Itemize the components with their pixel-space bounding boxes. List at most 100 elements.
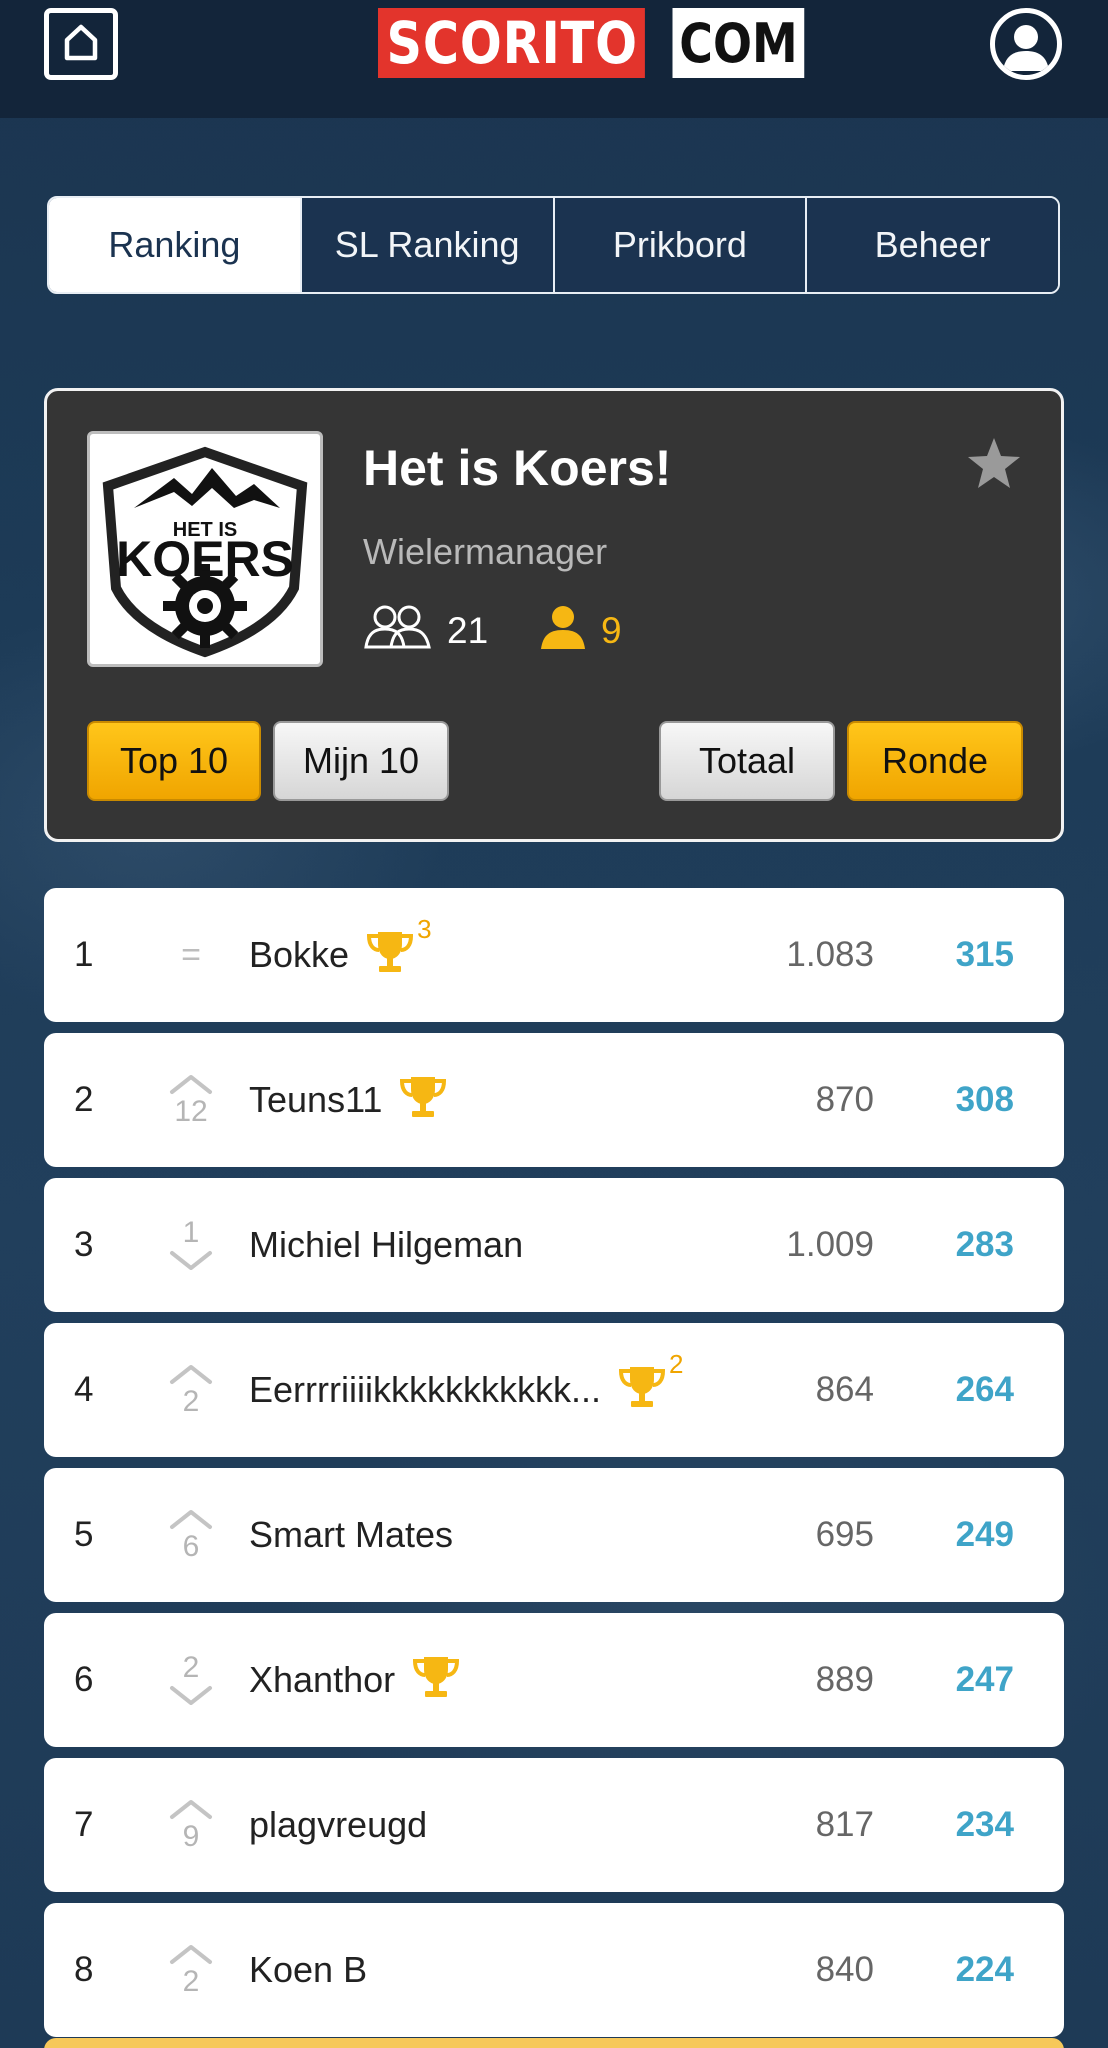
trophy-count: 3 xyxy=(417,913,432,944)
trophy-badge xyxy=(411,1653,461,1708)
player-name[interactable]: plagvreugd xyxy=(249,1804,427,1846)
total-points: 840 xyxy=(815,1950,874,1989)
arrow-up-icon xyxy=(169,1073,213,1095)
tab-beheer[interactable]: Beheer xyxy=(805,198,1058,292)
player-name-cell: Michiel Hilgeman xyxy=(249,1178,523,1312)
ranking-row[interactable]: 6 2 Xhanthor 889 247 xyxy=(44,1613,1064,1747)
player-name[interactable]: Eerrrriiiikkkkkkkkkkk... xyxy=(249,1369,601,1411)
player-name[interactable]: Teuns11 xyxy=(249,1079,382,1121)
player-name[interactable]: Xhanthor xyxy=(249,1659,395,1701)
members-count: 21 xyxy=(447,609,489,651)
section-tabs: Ranking SL Ranking Prikbord Beheer xyxy=(47,196,1060,294)
profile-button[interactable] xyxy=(990,8,1062,80)
trophy-icon xyxy=(411,1653,461,1708)
my-teams-count: 9 xyxy=(601,609,622,651)
ranking-row[interactable]: 1 = Bokke 3 1.083 315 xyxy=(44,888,1064,1022)
rank-number: 7 xyxy=(74,1805,94,1844)
total-points: 1.009 xyxy=(786,1225,874,1264)
trophy-badge xyxy=(398,1073,448,1128)
arrow-up-icon xyxy=(169,1943,213,1965)
movement-change: 9 xyxy=(182,1820,200,1853)
user-icon xyxy=(995,25,1057,75)
league-subtitle: Wielermanager xyxy=(363,531,608,572)
player-name-cell: plagvreugd xyxy=(249,1758,427,1892)
player-name[interactable]: Michiel Hilgeman xyxy=(249,1224,523,1266)
arrow-up-icon xyxy=(169,1363,213,1385)
round-points: 249 xyxy=(955,1515,1014,1554)
list-item-partial[interactable] xyxy=(44,2038,1064,2048)
tab-ranking[interactable]: Ranking xyxy=(49,198,300,292)
members-stat: 21 xyxy=(363,603,488,658)
rank-movement: 6 xyxy=(156,1468,226,1602)
rank-number: 6 xyxy=(74,1660,94,1699)
ranking-row[interactable]: 4 2 Eerrrriiiikkkkkkkkkkk... 2 864 264 xyxy=(44,1323,1064,1457)
player-name-cell: Teuns11 xyxy=(249,1033,448,1167)
movement-change: 2 xyxy=(182,1651,200,1684)
tab-sl-ranking[interactable]: SL Ranking xyxy=(299,198,553,292)
total-points: 695 xyxy=(815,1515,874,1554)
movement-change: 2 xyxy=(182,1965,200,1998)
mijn10-button[interactable]: Mijn 10 xyxy=(273,721,449,801)
rank-movement: 12 xyxy=(156,1033,226,1167)
tab-prikbord[interactable]: Prikbord xyxy=(552,198,806,292)
ronde-button[interactable]: Ronde xyxy=(847,721,1023,801)
home-icon xyxy=(61,22,101,67)
league-card: HET IS KOERS Het is Koers! Wielermanager… xyxy=(44,388,1064,842)
logo-text-right: COM xyxy=(663,8,805,78)
group-icon xyxy=(363,603,433,658)
trophy-badge: 2 xyxy=(617,1349,683,1418)
player-name-cell: Eerrrriiiikkkkkkkkkkk... 2 xyxy=(249,1323,683,1457)
scorito-logo[interactable]: SCORITO COM xyxy=(378,8,829,78)
total-points: 1.083 xyxy=(786,935,874,974)
ranking-row[interactable]: 5 6 Smart Mates 695 249 xyxy=(44,1468,1064,1602)
round-points: 224 xyxy=(955,1950,1014,1989)
rank-number: 4 xyxy=(74,1370,94,1409)
logo-big-text: KOERS xyxy=(116,531,294,587)
league-logo: HET IS KOERS xyxy=(87,431,323,667)
player-name[interactable]: Smart Mates xyxy=(249,1514,453,1556)
rank-movement: 2 xyxy=(156,1903,226,2037)
rank-number: 8 xyxy=(74,1950,94,1989)
ranking-row[interactable]: 2 12 Teuns11 870 308 xyxy=(44,1033,1064,1167)
person-icon xyxy=(539,603,587,658)
trophy-count: 2 xyxy=(668,1348,684,1379)
star-icon xyxy=(965,438,1023,497)
player-name[interactable]: Bokke xyxy=(249,934,349,976)
round-points: 308 xyxy=(955,1080,1014,1119)
movement-change: 1 xyxy=(182,1216,200,1249)
rank-number: 3 xyxy=(74,1225,94,1264)
ranking-row[interactable]: 7 9 plagvreugd 817 234 xyxy=(44,1758,1064,1892)
top-bar: SCORITO COM xyxy=(0,0,1108,118)
ranking-row[interactable]: 3 1 Michiel Hilgeman 1.009 283 xyxy=(44,1178,1064,1312)
movement-change: 12 xyxy=(174,1095,208,1128)
arrow-up-icon xyxy=(169,1508,213,1530)
rank-movement: 9 xyxy=(156,1758,226,1892)
trophy-icon xyxy=(398,1073,448,1128)
round-points: 283 xyxy=(955,1225,1014,1264)
round-points: 234 xyxy=(955,1805,1014,1844)
round-points: 315 xyxy=(955,935,1014,974)
total-points: 864 xyxy=(815,1370,874,1409)
trophy-badge: 3 xyxy=(365,914,432,983)
favorite-button[interactable] xyxy=(965,435,1023,493)
round-points: 247 xyxy=(955,1660,1014,1699)
total-points: 889 xyxy=(815,1660,874,1699)
movement-change: 6 xyxy=(182,1530,200,1563)
league-title: Het is Koers! xyxy=(363,440,672,496)
player-name-cell: Bokke 3 xyxy=(249,888,432,1022)
rank-movement: 2 xyxy=(156,1613,226,1747)
rank-number: 1 xyxy=(74,935,94,974)
top10-button[interactable]: Top 10 xyxy=(87,721,261,801)
home-button[interactable] xyxy=(44,8,118,80)
arrow-down-icon xyxy=(169,1685,213,1707)
rank-number: 5 xyxy=(74,1515,94,1554)
logo-text-left: SCORITO xyxy=(378,8,645,78)
player-name[interactable]: Koen B xyxy=(249,1949,367,1991)
player-name-cell: Xhanthor xyxy=(249,1613,461,1747)
totaal-button[interactable]: Totaal xyxy=(659,721,835,801)
player-name-cell: Koen B xyxy=(249,1903,367,2037)
ranking-row[interactable]: 8 2 Koen B 840 224 xyxy=(44,1903,1064,2037)
rank-movement: = xyxy=(156,888,226,1022)
round-points: 264 xyxy=(955,1370,1014,1409)
trophy-icon xyxy=(365,928,415,983)
